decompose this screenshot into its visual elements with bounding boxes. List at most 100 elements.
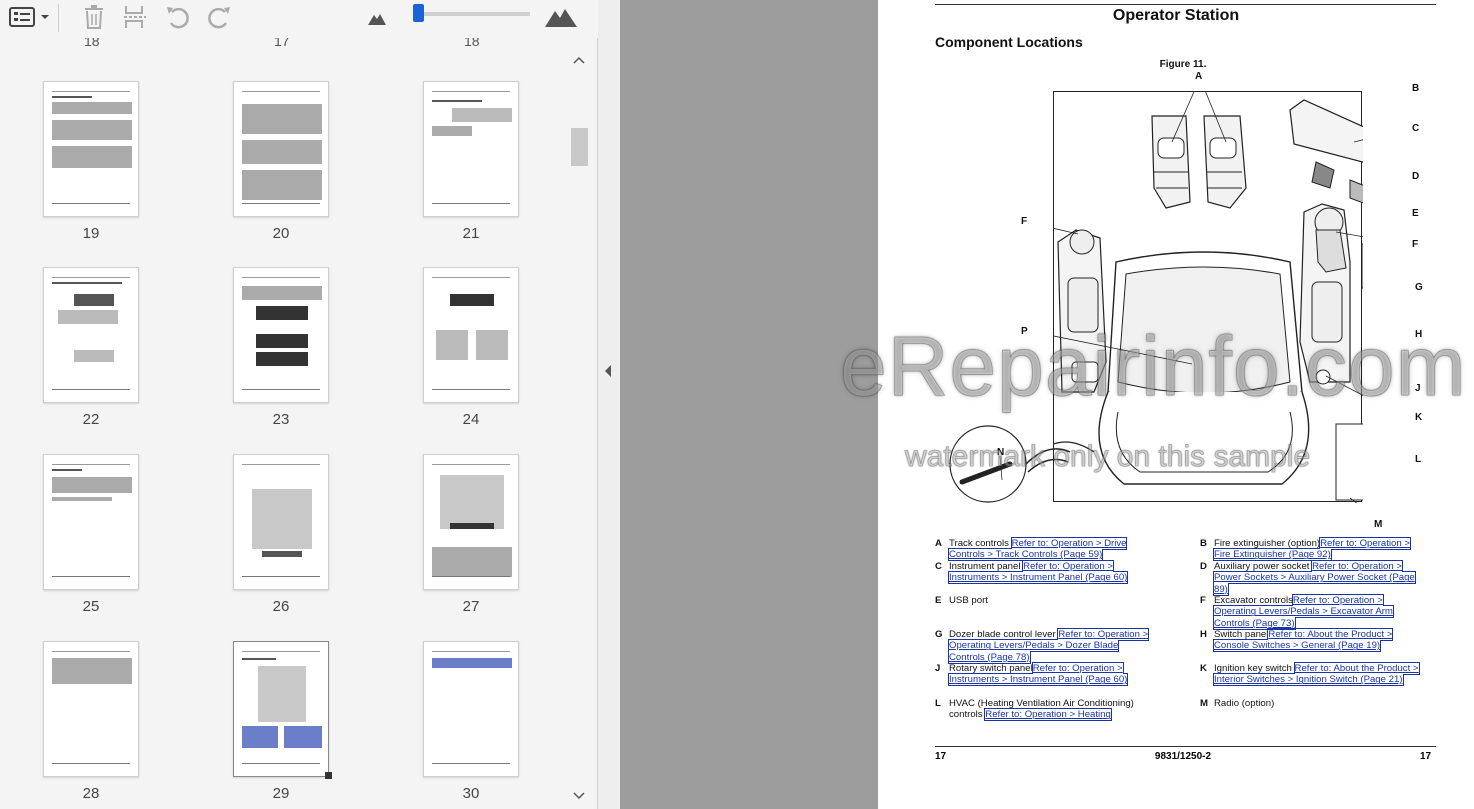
callout-e: E bbox=[1412, 208, 1419, 219]
collapse-pane-button[interactable] bbox=[603, 364, 613, 381]
thumbnail-label: 24 bbox=[462, 411, 480, 428]
legend-key: M bbox=[1200, 698, 1208, 709]
bottom-rule bbox=[935, 746, 1436, 747]
legend-text: Dozer blade control lever bbox=[949, 629, 1059, 640]
thumbnail-label: 28 bbox=[82, 785, 100, 802]
thumbnail-pane: 18 17 18 19 20 21 22 23 24 25 26 27 28 2… bbox=[0, 0, 598, 809]
delete-icon bbox=[85, 5, 103, 29]
delete-button[interactable] bbox=[80, 4, 108, 30]
top-rule bbox=[935, 4, 1436, 5]
legend-text: Ignition key switch bbox=[1214, 663, 1295, 674]
legend-text: Excavator controls bbox=[1214, 595, 1293, 606]
page-thumbnail[interactable] bbox=[423, 81, 519, 217]
legend-key: C bbox=[935, 561, 942, 572]
callout-d: D bbox=[1412, 171, 1420, 182]
thumbnail-scrollbar[interactable] bbox=[568, 46, 590, 809]
thumbnail-list: 18 17 18 19 20 21 22 23 24 25 26 27 28 2… bbox=[0, 38, 568, 809]
page-thumbnail[interactable] bbox=[233, 454, 329, 590]
thumbnail-label: 17 bbox=[274, 38, 290, 49]
toolbar-divider bbox=[58, 4, 59, 32]
callout-m: M bbox=[1374, 519, 1383, 530]
pane-splitter[interactable] bbox=[598, 0, 620, 809]
callout-f-left: F bbox=[1021, 216, 1028, 227]
rotate-right-icon bbox=[208, 7, 230, 29]
page-thumbnail[interactable] bbox=[43, 641, 139, 777]
thumbnail-label: 20 bbox=[272, 225, 290, 242]
zoom-out-button[interactable] bbox=[365, 4, 389, 30]
page-thumbnail[interactable] bbox=[43, 81, 139, 217]
rotate-left-button[interactable] bbox=[163, 4, 193, 30]
current-page-marker bbox=[325, 772, 332, 779]
thumbnail-label: 30 bbox=[462, 785, 480, 802]
rotate-left-icon bbox=[167, 7, 189, 29]
thumbnail-toolbar bbox=[0, 0, 598, 38]
cross-reference-link[interactable]: Refer to: Operation > Heating bbox=[984, 708, 1112, 722]
legend-text: Radio (option) bbox=[1214, 698, 1275, 709]
legend-text: Auxiliary power socket bbox=[1214, 561, 1313, 572]
thumbnail-label: 23 bbox=[272, 411, 290, 428]
chevron-left-icon bbox=[605, 365, 611, 377]
callout-a: A bbox=[1195, 71, 1203, 82]
legend-key: A bbox=[935, 538, 942, 549]
pdf-viewer: 18 17 18 19 20 21 22 23 24 25 26 27 28 2… bbox=[0, 0, 1474, 809]
panel-options-button[interactable] bbox=[6, 4, 52, 30]
legend-key: D bbox=[1200, 561, 1207, 572]
legend-key: L bbox=[935, 698, 941, 709]
chevron-up-icon bbox=[573, 56, 585, 64]
thumbnail-label: 25 bbox=[82, 598, 100, 615]
callout-b: B bbox=[1412, 83, 1420, 94]
callout-g: G bbox=[1415, 282, 1423, 293]
legend-text: Track controls bbox=[949, 538, 1012, 549]
callout-l: L bbox=[1415, 454, 1422, 465]
thumbnail-label: 21 bbox=[462, 225, 480, 242]
callout-c: C bbox=[1412, 123, 1420, 134]
extract-pages-button[interactable] bbox=[121, 4, 149, 30]
footer-document-number: 9831/1250-2 bbox=[1154, 751, 1212, 762]
page-thumbnail-current[interactable] bbox=[233, 641, 329, 777]
page-title: Operator Station bbox=[1112, 7, 1240, 24]
legend-key: E bbox=[935, 595, 942, 606]
page-thumbnail[interactable] bbox=[233, 267, 329, 403]
legend-key: F bbox=[1200, 595, 1206, 606]
thumbnail-label: 18 bbox=[464, 38, 480, 49]
panel-options-icon bbox=[9, 7, 49, 27]
thumbnail-label: 29 bbox=[272, 785, 290, 802]
extract-icon bbox=[124, 6, 146, 28]
legend-text: USB port bbox=[949, 595, 988, 606]
thumbnail-label: 22 bbox=[82, 411, 100, 428]
scroll-up-button[interactable] bbox=[568, 50, 590, 70]
scroll-down-button[interactable] bbox=[568, 786, 590, 806]
legend-key: B bbox=[1200, 538, 1207, 549]
thumbnail-label: 18 bbox=[84, 38, 100, 49]
section-heading: Component Locations bbox=[935, 34, 1083, 50]
watermark-main: eRepairinfo.com bbox=[840, 319, 1467, 414]
legend-key: K bbox=[1200, 663, 1207, 674]
zoom-out-icon bbox=[368, 14, 386, 25]
zoom-slider-handle[interactable] bbox=[413, 4, 424, 22]
scrollbar-thumb[interactable] bbox=[571, 128, 588, 166]
footer-page-number-right: 17 bbox=[1420, 751, 1432, 762]
page-thumbnail[interactable] bbox=[43, 454, 139, 590]
page-thumbnail[interactable] bbox=[43, 267, 139, 403]
figure-label: Figure 11. bbox=[1159, 59, 1207, 70]
legend-key: H bbox=[1200, 629, 1207, 640]
legend-key: G bbox=[935, 629, 943, 640]
page-thumbnail[interactable] bbox=[233, 81, 329, 217]
legend-text: Instrument panel bbox=[949, 561, 1024, 572]
legend-text: Fire extinguisher (option) bbox=[1214, 538, 1321, 549]
rotate-right-button[interactable] bbox=[204, 4, 234, 30]
legend-key: J bbox=[935, 663, 941, 674]
thumbnail-label: 19 bbox=[82, 225, 100, 242]
chevron-down-icon bbox=[573, 792, 585, 800]
callout-f-right: F bbox=[1412, 239, 1419, 250]
thumbnail-label: 26 bbox=[272, 598, 290, 615]
legend-text: Switch panel bbox=[1214, 629, 1269, 640]
page-thumbnail[interactable] bbox=[423, 267, 519, 403]
zoom-slider-track[interactable] bbox=[418, 12, 530, 16]
zoom-in-button[interactable] bbox=[544, 4, 578, 30]
thumbnail-label: 27 bbox=[462, 598, 480, 615]
legend-text: Rotary switch panel bbox=[949, 663, 1033, 674]
zoom-in-icon bbox=[545, 9, 577, 27]
page-thumbnail[interactable] bbox=[423, 641, 519, 777]
page-thumbnail[interactable] bbox=[423, 454, 519, 590]
